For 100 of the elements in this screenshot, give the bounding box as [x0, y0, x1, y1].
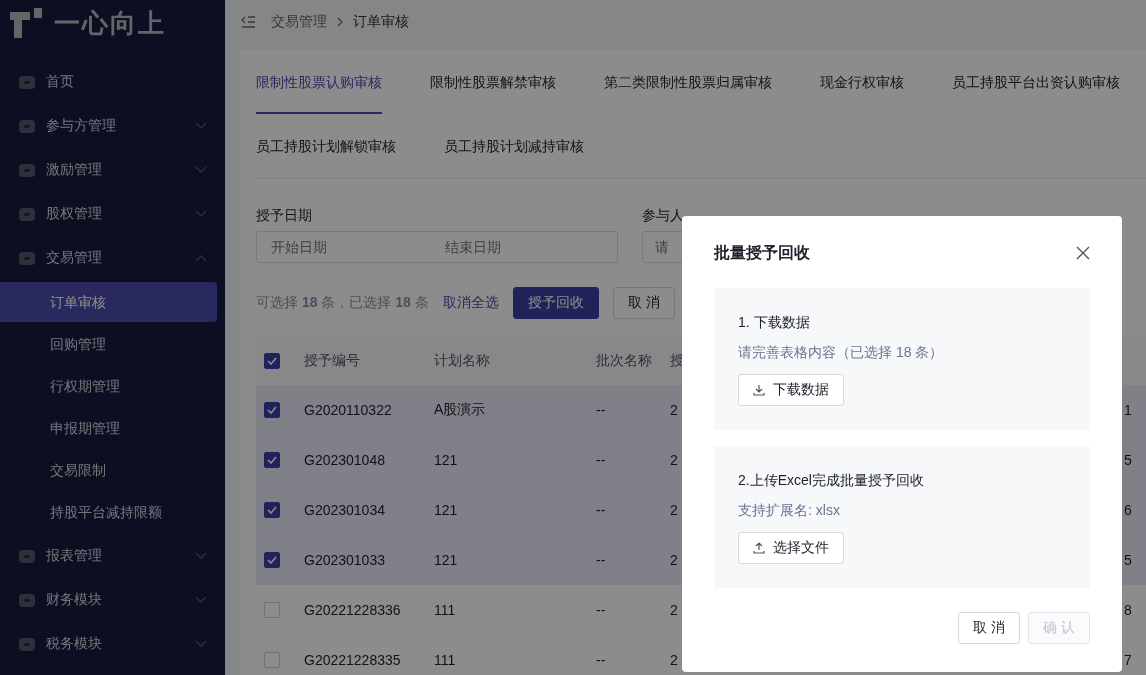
table-cell: 6 [1124, 502, 1132, 518]
menu-item[interactable]: 报表管理 [0, 534, 225, 578]
clear-selection-link[interactable]: 取消全选 [442, 294, 499, 312]
table-cell: 111 [434, 602, 456, 618]
table-cell: -- [596, 502, 606, 518]
chevron-icon [195, 640, 207, 648]
collapse-icon[interactable] [241, 16, 255, 28]
menu-item[interactable]: 股权管理 [0, 192, 225, 236]
table-cell: G202301034 [304, 502, 385, 518]
table-cell: 121 [434, 552, 458, 568]
table-cell: -- [596, 402, 606, 418]
submenu-item[interactable]: 持股平台减持限额 [0, 492, 217, 532]
column-header: 计划名称 [434, 352, 490, 370]
table-cell: G20221228335 [304, 652, 401, 668]
column-header: 授予编号 [304, 352, 360, 370]
checkbox[interactable] [264, 452, 280, 468]
menu-icon [18, 161, 36, 179]
menu-item[interactable]: 参与方管理 [0, 104, 225, 148]
table-cell: 121 [434, 452, 458, 468]
tab[interactable]: 员工持股计划解锁审核 [256, 114, 396, 178]
menu-icon [18, 635, 36, 653]
menu-icon [18, 73, 36, 91]
table-cell: G20221228336 [304, 602, 401, 618]
table-cell: 2 [670, 602, 678, 618]
chevron-icon [195, 122, 207, 130]
cancel-button[interactable]: 取 消 [958, 612, 1021, 644]
table-cell: 111 [434, 652, 456, 668]
step-hint: 支持扩展名: xlsx [738, 502, 840, 520]
table-cell: 2 [670, 452, 678, 468]
column-header: 批次名称 [596, 352, 652, 370]
chevron-icon [195, 596, 207, 604]
tab[interactable]: 限制性股票解禁审核 [430, 50, 556, 114]
table-cell: 2 [670, 502, 678, 518]
breadcrumb-item[interactable]: 订单审核 [353, 13, 409, 31]
chevron-icon [195, 210, 207, 218]
table-cell: 121 [434, 502, 458, 518]
revoke-button[interactable]: 授予回收 [512, 287, 599, 319]
selection-summary: 可选择 18 条，已选择 18 条 [256, 294, 429, 312]
table-cell: 1 [1124, 402, 1132, 418]
step-title: 2.上传Excel完成批量授予回收 [738, 472, 924, 490]
field-label: 授予日期 [256, 207, 313, 225]
checkmark-icon [267, 506, 277, 514]
step-title: 1. 下载数据 [738, 314, 810, 332]
dialog-title: 批量授予回收 [714, 242, 810, 263]
table-cell: 2 [670, 402, 678, 418]
menu-item[interactable]: 首页 [0, 60, 225, 104]
menu-icon [18, 591, 36, 609]
tab[interactable]: 限制性股票认购审核 [256, 50, 382, 114]
tab[interactable]: 现金行权审核 [820, 50, 904, 114]
step-hint: 请完善表格内容（已选择 18 条） [738, 344, 944, 362]
checkbox[interactable] [264, 353, 280, 369]
table-cell: -- [596, 602, 606, 618]
table-cell: -- [596, 552, 606, 568]
download-icon [753, 384, 765, 396]
checkmark-icon [267, 357, 277, 365]
table-cell: 2 [670, 552, 678, 568]
choose-file-button[interactable]: 选择文件 [738, 532, 844, 564]
checkbox[interactable] [264, 402, 280, 418]
table-cell: 8 [1124, 602, 1132, 618]
submenu-item[interactable]: 申报期管理 [0, 408, 217, 448]
submenu-item[interactable]: 订单审核 [0, 282, 217, 322]
checkmark-icon [267, 406, 277, 414]
submenu-item[interactable]: 交易限制 [0, 450, 217, 490]
menu-item[interactable]: 激励管理 [0, 148, 225, 192]
table-cell: -- [596, 652, 606, 668]
logo-text: 一心向上 [54, 6, 166, 40]
table-cell: 5 [1124, 552, 1132, 568]
chevron-icon [195, 552, 207, 560]
submenu-item[interactable]: 行权期管理 [0, 366, 217, 406]
table-cell: 7 [1124, 652, 1132, 668]
menu-icon [18, 117, 36, 135]
close-icon[interactable] [1076, 246, 1090, 260]
chevron-icon [195, 254, 207, 262]
checkbox[interactable] [264, 502, 280, 518]
download-button[interactable]: 下载数据 [738, 374, 844, 406]
menu-icon [18, 547, 36, 565]
menu-item[interactable]: 税务模块 [0, 622, 225, 666]
table-cell: 2 [670, 652, 678, 668]
logo-icon [10, 8, 44, 38]
checkbox[interactable] [264, 552, 280, 568]
cancel-button[interactable]: 取 消 [612, 287, 675, 319]
checkmark-icon [267, 456, 277, 464]
tab[interactable]: 员工持股计划减持审核 [444, 114, 584, 178]
table-cell: G202301033 [304, 552, 385, 568]
table-cell: G202301048 [304, 452, 385, 468]
menu-item[interactable]: 交易管理 [0, 236, 225, 280]
chevron-icon [195, 166, 207, 174]
breadcrumb-item[interactable]: 交易管理 [271, 13, 327, 31]
menu-icon [18, 249, 36, 267]
tab[interactable]: 第二类限制性股票归属审核 [604, 50, 772, 114]
table-cell: A股演示 [434, 401, 486, 419]
checkmark-icon [267, 556, 277, 564]
tab[interactable]: 员工持股平台出资认购审核 [952, 50, 1120, 114]
submenu-item[interactable]: 回购管理 [0, 324, 217, 364]
table-cell: -- [596, 452, 606, 468]
chevron-right-icon [337, 17, 343, 27]
end-date-field[interactable]: 结束日期 [443, 238, 597, 256]
menu-item[interactable]: 财务模块 [0, 578, 225, 622]
start-date-field[interactable]: 开始日期 [269, 238, 423, 256]
field-label: 参与人 [642, 207, 685, 225]
